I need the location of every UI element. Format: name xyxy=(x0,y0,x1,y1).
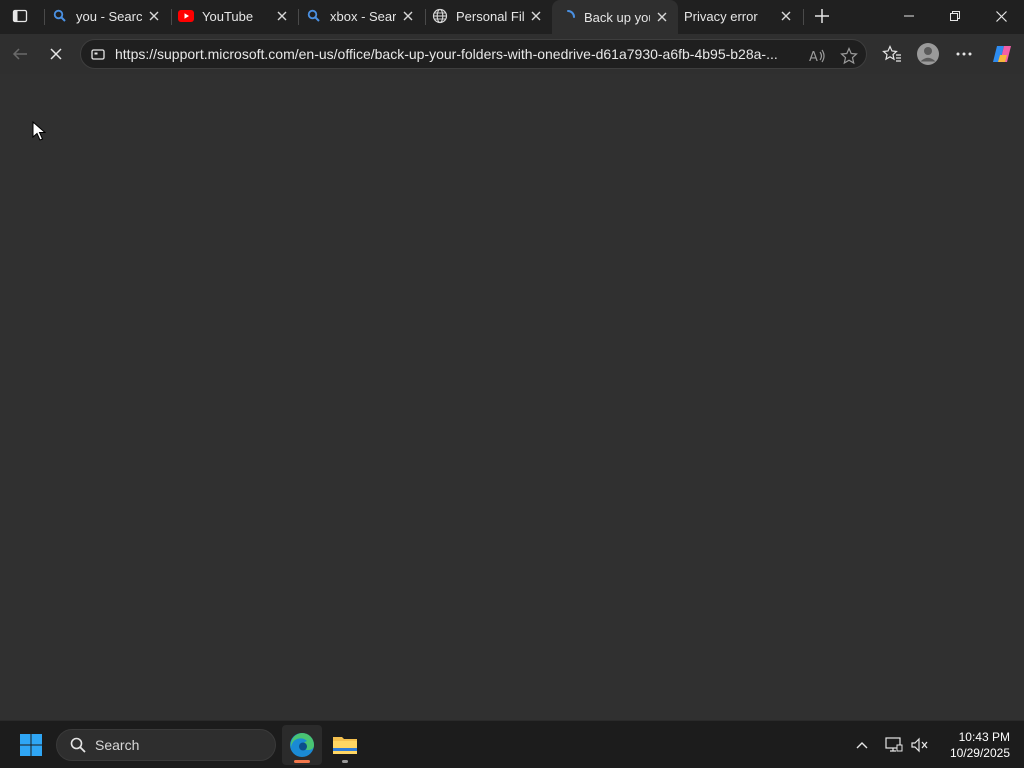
close-tab-icon[interactable] xyxy=(778,8,794,24)
close-window-button[interactable] xyxy=(978,0,1024,32)
tab-strip: you - Search YouTube xbox - Search Perso… xyxy=(0,0,1024,34)
active-app-indicator xyxy=(294,760,310,763)
tab-title: Personal Files xyxy=(456,8,524,24)
chevron-up-icon xyxy=(856,742,868,749)
tab-back-up-your-folders[interactable]: Back up your xyxy=(552,0,678,34)
running-app-indicator xyxy=(342,760,348,763)
start-button[interactable] xyxy=(20,734,42,756)
address-bar[interactable]: https://support.microsoft.com/en-us/offi… xyxy=(80,39,867,69)
minimize-button[interactable] xyxy=(886,0,932,32)
close-tab-icon[interactable] xyxy=(274,8,290,24)
tab-youtube[interactable]: YouTube xyxy=(176,0,298,32)
search-icon xyxy=(306,8,322,24)
close-tab-icon[interactable] xyxy=(528,8,544,24)
mouse-cursor-icon xyxy=(32,121,46,141)
show-hidden-icons-button[interactable] xyxy=(852,735,872,755)
tab-title: YouTube xyxy=(202,8,254,24)
monitor-icon xyxy=(885,737,903,752)
windows-logo-icon xyxy=(20,734,42,756)
taskbar-search-box[interactable]: Search xyxy=(56,729,276,761)
minimize-icon xyxy=(904,15,914,17)
close-tab-icon[interactable] xyxy=(400,8,416,24)
site-info-icon[interactable] xyxy=(89,45,107,63)
tab-you-search[interactable]: you - Search xyxy=(48,0,170,32)
favorites-icon xyxy=(882,45,901,62)
more-dots-icon xyxy=(956,52,972,56)
taskbar-edge-button[interactable] xyxy=(282,725,322,765)
favorites-button[interactable] xyxy=(878,40,906,68)
tab-title: you - Search xyxy=(76,8,142,24)
stop-loading-button[interactable] xyxy=(42,40,70,68)
tab-privacy-error[interactable]: Privacy error xyxy=(680,0,802,32)
loading-spinner-icon xyxy=(560,9,576,25)
restore-button[interactable] xyxy=(932,0,978,32)
tab-separator xyxy=(44,9,45,25)
tab-title: Back up your xyxy=(584,9,650,25)
close-tab-icon[interactable] xyxy=(146,8,162,24)
settings-and-more-button[interactable] xyxy=(950,40,978,68)
file-explorer-icon xyxy=(333,737,357,754)
back-button[interactable] xyxy=(6,40,34,68)
back-arrow-icon xyxy=(12,48,27,60)
plus-icon xyxy=(815,9,829,23)
globe-icon xyxy=(432,8,448,24)
tab-separator xyxy=(425,9,426,25)
tab-title: Privacy error xyxy=(684,8,758,24)
clock-date: 10/29/2025 xyxy=(949,746,1010,760)
svg-text:A: A xyxy=(809,50,818,64)
url-text[interactable]: https://support.microsoft.com/en-us/offi… xyxy=(115,46,799,62)
browser-toolbar: https://support.microsoft.com/en-us/offi… xyxy=(0,34,1024,74)
speaker-muted-icon xyxy=(911,737,928,753)
tab-separator xyxy=(803,9,804,25)
taskbar-clock[interactable]: 10:43 PM 10/29/2025 xyxy=(938,729,1010,761)
taskbar: Search 10:43 PM 10/29/2025 xyxy=(0,720,1024,768)
tab-actions-icon xyxy=(12,9,28,23)
copilot-icon xyxy=(993,46,1011,62)
copilot-button[interactable] xyxy=(988,40,1016,68)
close-icon xyxy=(50,48,62,60)
network-volume-tray-button[interactable] xyxy=(910,735,930,755)
edge-icon xyxy=(290,733,314,757)
tab-personal-files[interactable]: Personal Files xyxy=(430,0,552,32)
tab-title: xbox - Search xyxy=(330,8,396,24)
search-icon xyxy=(69,736,87,754)
avatar-icon xyxy=(917,43,939,65)
taskbar-file-explorer-button[interactable] xyxy=(325,725,365,765)
clock-time: 10:43 PM xyxy=(958,730,1010,744)
tab-separator xyxy=(298,9,299,25)
favorite-star-icon[interactable] xyxy=(839,46,859,66)
tab-separator xyxy=(171,9,172,25)
tab-xbox-search[interactable]: xbox - Search xyxy=(302,0,424,32)
page-content-area xyxy=(0,74,1024,720)
close-icon xyxy=(995,10,1007,22)
search-icon xyxy=(52,8,68,24)
profile-button[interactable] xyxy=(914,40,942,68)
youtube-icon xyxy=(178,8,194,24)
taskbar-search-placeholder: Search xyxy=(95,737,140,753)
display-tray-icon[interactable] xyxy=(884,735,904,755)
new-tab-button[interactable] xyxy=(810,4,834,28)
restore-icon xyxy=(950,11,960,21)
tab-actions-button[interactable] xyxy=(8,5,32,27)
close-tab-icon[interactable] xyxy=(654,9,670,25)
read-aloud-icon[interactable]: A xyxy=(807,46,827,66)
